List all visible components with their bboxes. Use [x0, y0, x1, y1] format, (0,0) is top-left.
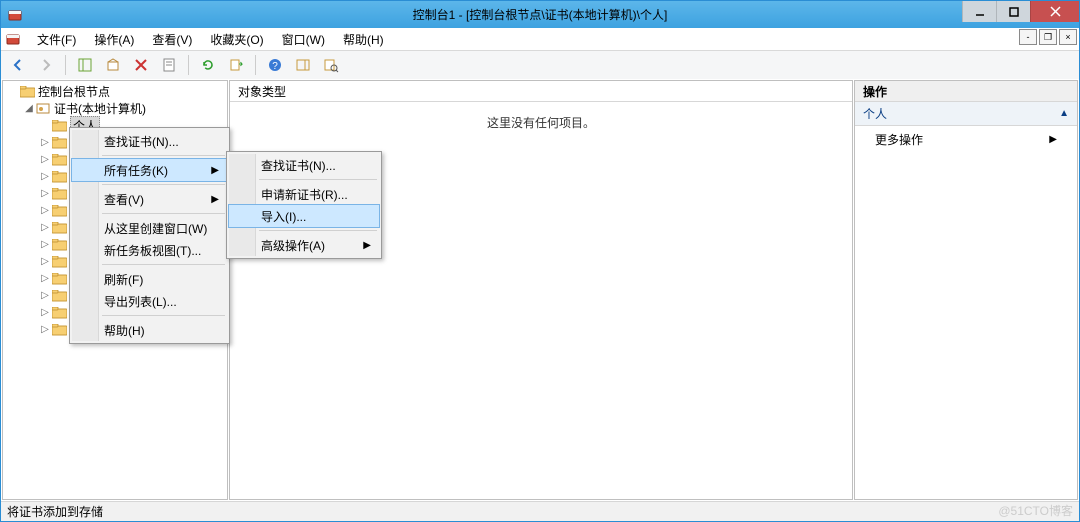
folder-icon [51, 204, 67, 218]
column-header-object-type[interactable]: 对象类型 [230, 81, 852, 102]
submenu-arrow-icon: ▶ [211, 194, 219, 205]
expand-icon[interactable]: ▷ [39, 307, 51, 318]
show-hide-action-pane-button[interactable] [290, 52, 316, 78]
ctx-new-taskpad-view[interactable]: 新任务板视图(T)... [72, 239, 227, 261]
close-button[interactable] [1030, 1, 1079, 22]
folder-icon [51, 170, 67, 184]
submenu-arrow-icon: ▶ [363, 240, 371, 251]
tree-root[interactable]: 控制台根节点 [3, 83, 227, 100]
action-group-personal[interactable]: 个人 ▲ [855, 102, 1077, 126]
menu-window[interactable]: 窗口(W) [274, 29, 333, 50]
action-more-actions[interactable]: 更多操作 ▶ [855, 126, 1077, 153]
ctx-find-certificates[interactable]: 查找证书(N)... [72, 130, 227, 152]
expand-icon[interactable]: ▷ [39, 239, 51, 250]
mdi-controls: ‑ ❐ × [1017, 29, 1077, 45]
ctx-export-list[interactable]: 导出列表(L)... [72, 290, 227, 312]
console-root-icon [19, 85, 35, 99]
expand-icon[interactable]: ▷ [39, 324, 51, 335]
ctx-refresh[interactable]: 刷新(F) [72, 268, 227, 290]
ctx-all-tasks[interactable]: 所有任务(K)▶ [71, 158, 228, 182]
folder-icon [51, 306, 67, 320]
collapse-arrow-icon: ▲ [1059, 108, 1069, 119]
expand-icon[interactable]: ▷ [39, 171, 51, 182]
certificate-store-icon [35, 102, 51, 116]
menu-file[interactable]: 文件(F) [29, 29, 84, 50]
ctx-view[interactable]: 查看(V)▶ [72, 188, 227, 210]
mmc-window: 控制台1 - [控制台根节点\证书(本地计算机)\个人] 文件(F) 操作(A)… [0, 0, 1080, 522]
folder-icon [51, 153, 67, 167]
folder-icon [51, 255, 67, 269]
expand-icon[interactable]: ▷ [39, 290, 51, 301]
action-pane-title: 操作 [855, 81, 1077, 102]
maximize-button[interactable] [996, 1, 1030, 22]
menu-favorites[interactable]: 收藏夹(O) [202, 29, 271, 50]
folder-icon [51, 272, 67, 286]
expand-icon[interactable]: ▷ [39, 154, 51, 165]
ctx2-find-certificates[interactable]: 查找证书(N)... [229, 154, 379, 176]
submenu-arrow-icon: ▶ [211, 165, 219, 176]
expand-icon[interactable]: ▷ [39, 256, 51, 267]
delete-button[interactable] [128, 52, 154, 78]
context-menu-all-tasks: 查找证书(N)... 申请新证书(R)... 导入(I)... 高级操作(A)▶ [226, 151, 382, 259]
ctx-help[interactable]: 帮助(H) [72, 319, 227, 341]
list-pane: 对象类型 这里没有任何项目。 [229, 80, 853, 500]
cut-button[interactable] [100, 52, 126, 78]
folder-icon [51, 119, 67, 133]
collapse-icon[interactable]: ◢ [23, 103, 35, 114]
minimize-button[interactable] [962, 1, 996, 22]
expand-icon[interactable]: ▷ [39, 273, 51, 284]
expand-icon[interactable]: ▷ [39, 205, 51, 216]
folder-icon [51, 289, 67, 303]
expand-icon[interactable]: ▷ [39, 137, 51, 148]
export-list-button[interactable] [223, 52, 249, 78]
refresh-button[interactable] [195, 52, 221, 78]
window-title: 控制台1 - [控制台根节点\证书(本地计算机)\个人] [1, 6, 1079, 23]
mmc-icon [5, 31, 21, 47]
mdi-minimize-button[interactable]: ‑ [1019, 29, 1037, 45]
menu-view[interactable]: 查看(V) [144, 29, 200, 50]
expand-icon[interactable]: ▷ [39, 222, 51, 233]
nav-back-button[interactable] [5, 52, 31, 78]
find-certificates-button[interactable] [318, 52, 344, 78]
folder-icon [51, 221, 67, 235]
ctx2-request-new-certificate[interactable]: 申请新证书(R)... [229, 183, 379, 205]
ctx2-advanced-operations[interactable]: 高级操作(A)▶ [229, 234, 379, 256]
action-pane: 操作 个人 ▲ 更多操作 ▶ [854, 80, 1078, 500]
folder-icon [51, 323, 67, 337]
menubar: 文件(F) 操作(A) 查看(V) 收藏夹(O) 窗口(W) 帮助(H) [1, 28, 1079, 51]
ctx-new-window-from-here[interactable]: 从这里创建窗口(W) [72, 217, 227, 239]
status-text: 将证书添加到存储 [7, 503, 103, 520]
statusbar: 将证书添加到存储 [1, 501, 1079, 521]
folder-icon [51, 136, 67, 150]
context-menu-primary: 查找证书(N)... 所有任务(K)▶ 查看(V)▶ 从这里创建窗口(W) 新任… [69, 127, 230, 344]
titlebar: 控制台1 - [控制台根节点\证书(本地计算机)\个人] [1, 1, 1079, 28]
folder-icon [51, 238, 67, 252]
submenu-arrow-icon: ▶ [1049, 134, 1057, 145]
nav-forward-button[interactable] [33, 52, 59, 78]
mdi-close-button[interactable]: × [1059, 29, 1077, 45]
watermark: @51CTO博客 [998, 502, 1073, 519]
help-button[interactable]: ? [262, 52, 288, 78]
window-controls [962, 1, 1079, 22]
menu-help[interactable]: 帮助(H) [335, 29, 392, 50]
properties-button[interactable] [156, 52, 182, 78]
mdi-restore-button[interactable]: ❐ [1039, 29, 1057, 45]
menu-action[interactable]: 操作(A) [86, 29, 142, 50]
folder-icon [51, 187, 67, 201]
toolbar: ? [1, 51, 1079, 80]
tree-cert-local[interactable]: ◢ 证书(本地计算机) [3, 100, 227, 117]
show-tree-button[interactable] [72, 52, 98, 78]
ctx2-import[interactable]: 导入(I)... [228, 204, 380, 228]
expand-icon[interactable]: ▷ [39, 188, 51, 199]
svg-text:?: ? [272, 61, 278, 72]
